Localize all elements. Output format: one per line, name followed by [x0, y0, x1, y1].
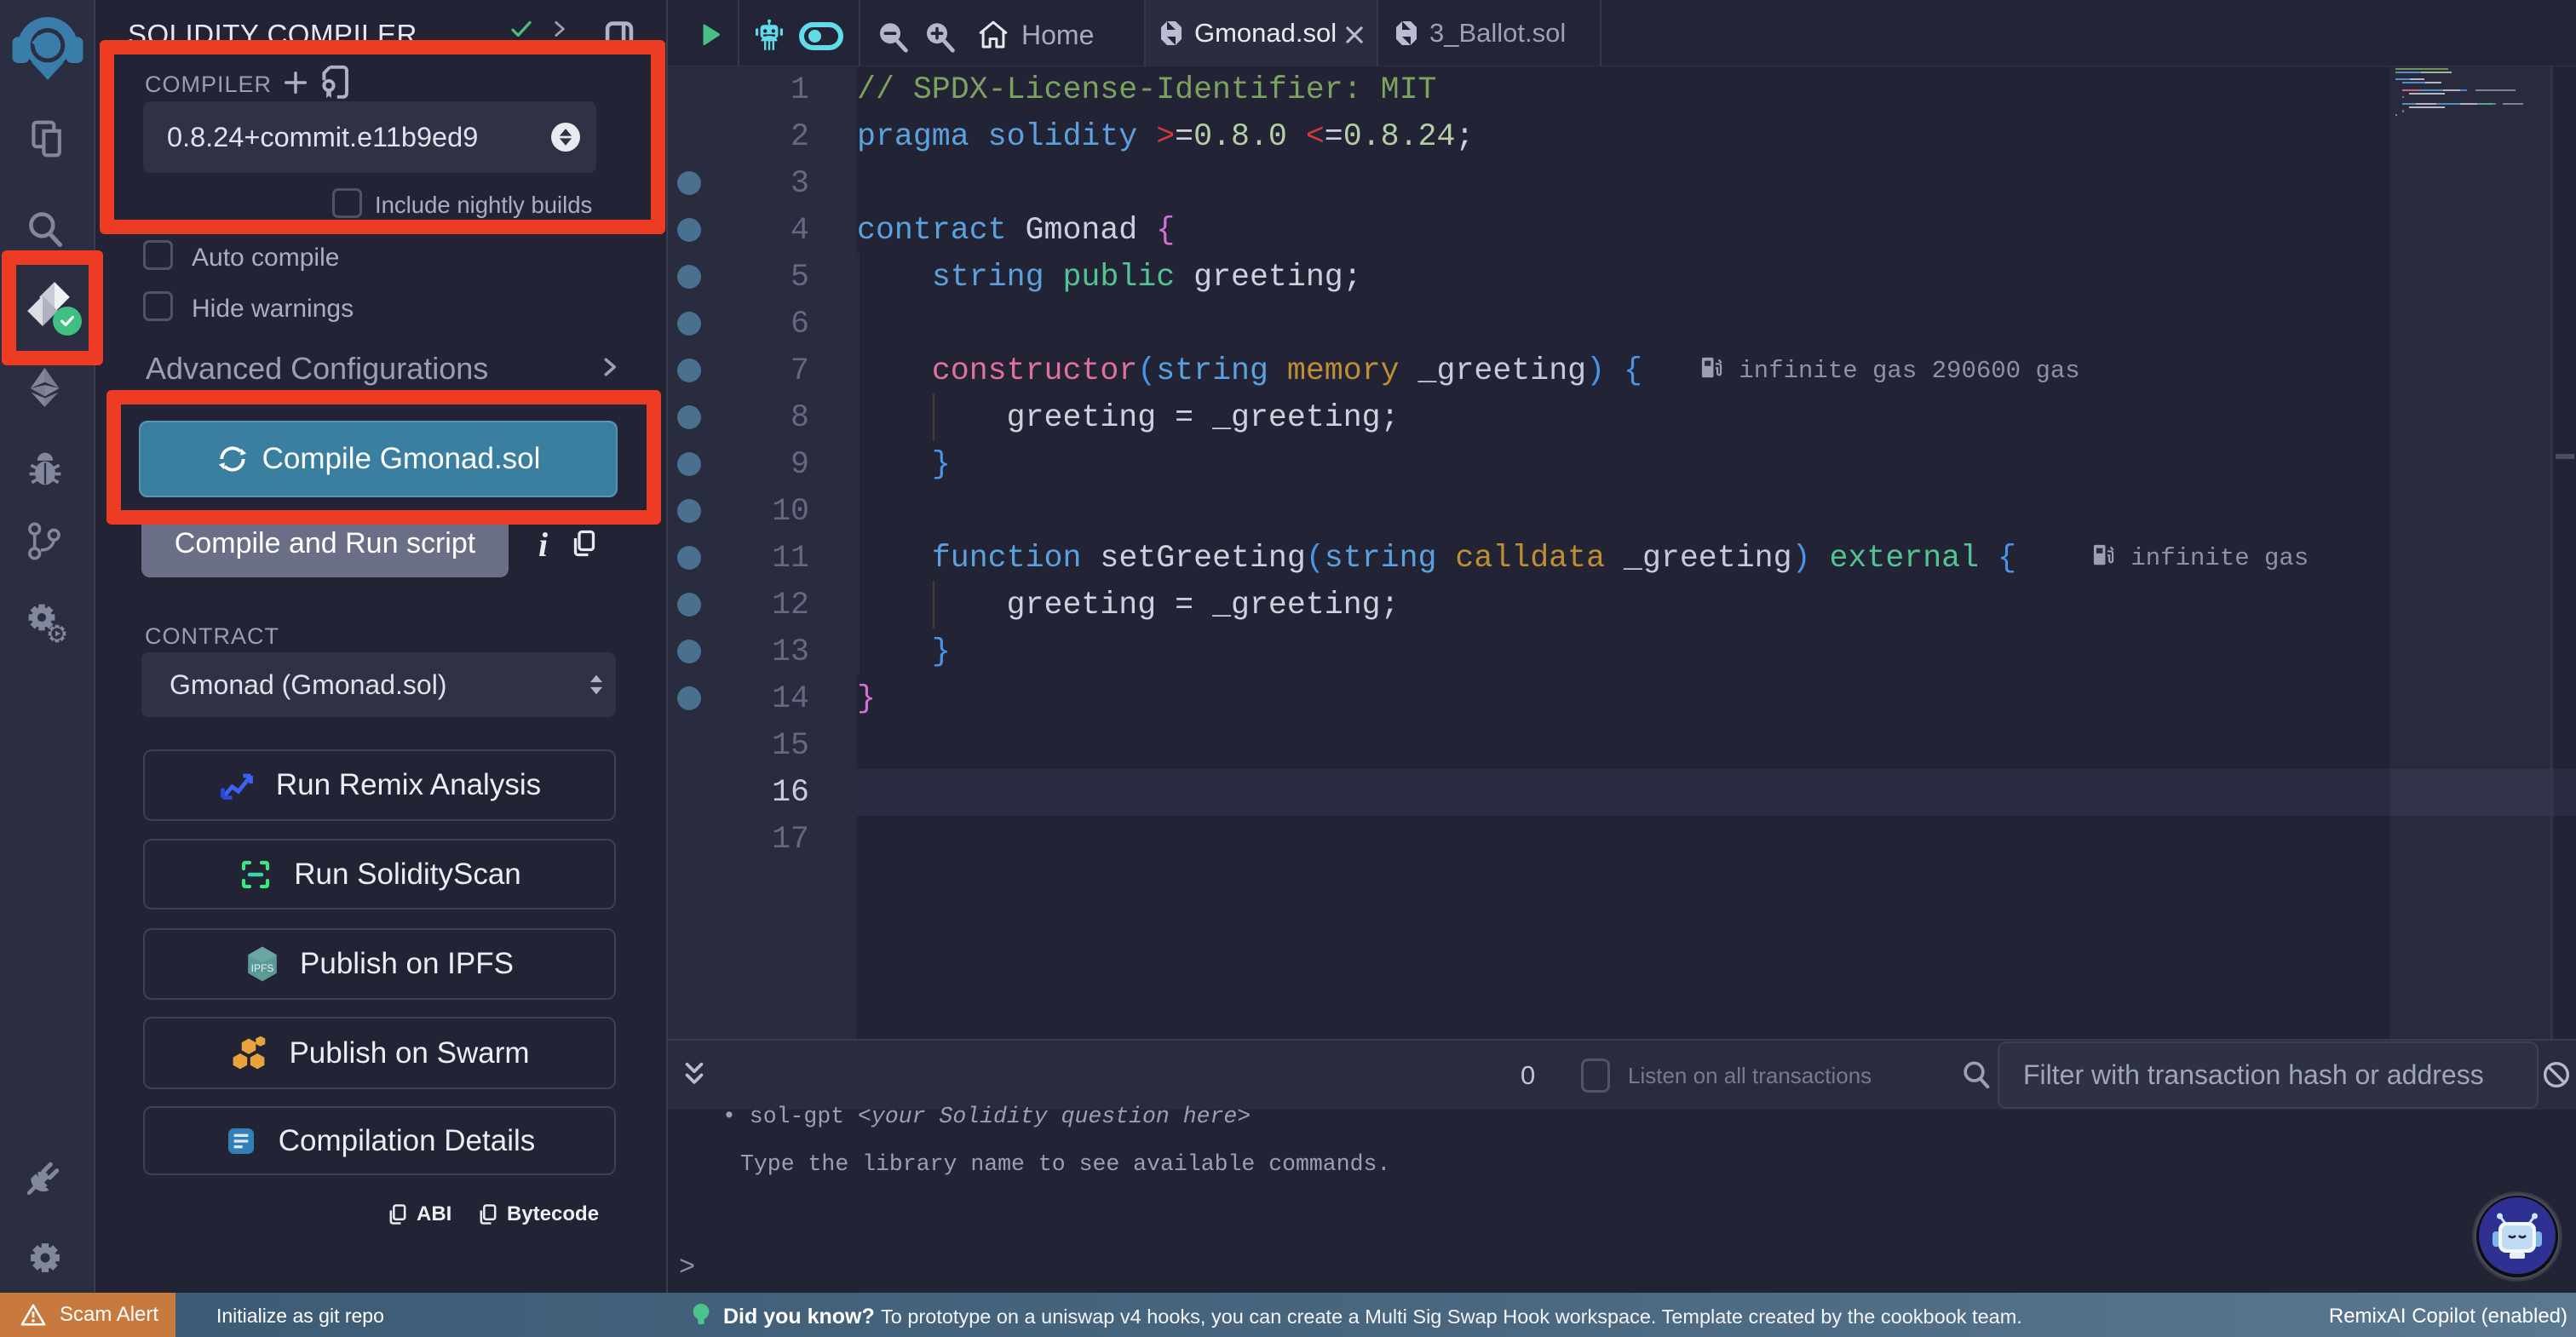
svg-text:IPFS: IPFS	[251, 962, 274, 974]
